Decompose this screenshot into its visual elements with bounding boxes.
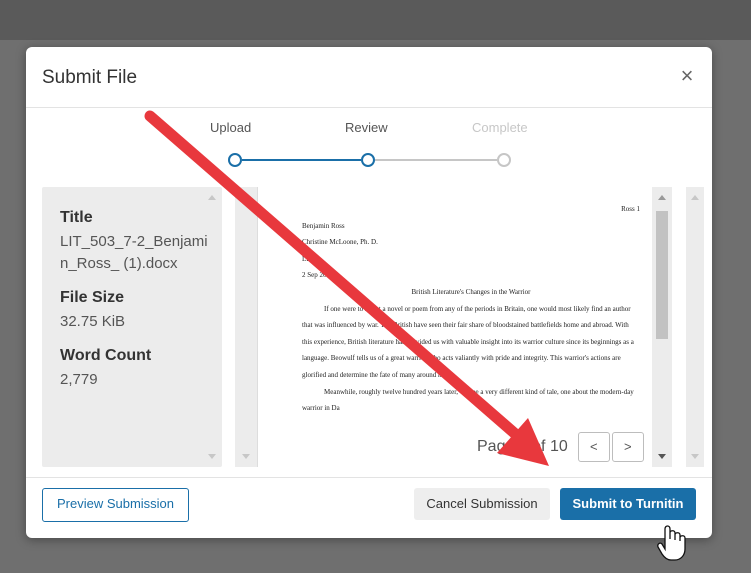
modal-title: Submit File [42,67,138,88]
scroll-down-icon[interactable] [691,454,699,459]
scroll-down-icon[interactable] [208,454,216,459]
scrollbar-thumb[interactable] [656,211,668,339]
doc-line: Benjamin Ross [302,221,345,230]
doc-heading: British Literature's Changes in the Warr… [411,287,531,296]
file-info-panel[interactable]: Title LIT_503_7-2_Benjamin_Ross_ (1).doc… [42,187,222,467]
doc-line: 2 Sep 2019 [302,271,334,280]
page-header: Ross 1 [621,205,640,213]
word-count-value: 2,779 [60,371,98,388]
next-page-button[interactable]: > [611,432,644,462]
step-dot-complete [497,153,511,167]
step-label-complete: Complete [472,120,528,135]
scroll-down-icon[interactable] [658,454,666,459]
doc-line: Christine McLoone, Ph. D. [302,238,378,247]
file-size-label: File Size [60,289,125,306]
doc-paragraph: If one were to select a novel or poem fr… [302,304,634,379]
progress-line-done [242,159,361,161]
header-divider [26,107,712,108]
document-gutter [235,187,257,467]
step-dot-review [361,153,375,167]
close-icon[interactable]: × [676,65,698,87]
title-value: LIT_503_7-2_Benjamin_Ross_ (1).docx [60,233,208,272]
doc-paragraph: Meanwhile, roughly twelve hundred years … [302,387,634,413]
modal-scrollbar[interactable] [686,187,704,467]
title-label: Title [60,209,93,226]
preview-submission-button[interactable]: Preview Submission [42,488,189,522]
document-scrollbar[interactable] [652,187,672,467]
document-page: Ross 1 Benjamin Ross Christine McLoone, … [302,201,640,417]
step-dot-upload [228,153,242,167]
previous-page-button[interactable]: < [577,432,610,462]
cancel-submission-button[interactable]: Cancel Submission [414,488,550,520]
page-navigator: Page 1 of 10 < > [477,432,644,462]
step-label-review: Review [345,120,388,135]
doc-line: LIT [302,254,313,263]
submit-file-modal: Submit File × Upload Review Complete Tit… [26,47,712,538]
scroll-up-icon[interactable] [691,195,699,200]
step-label-upload: Upload [210,120,252,135]
submit-to-turnitin-button[interactable]: Submit to Turnitin [560,488,696,520]
scroll-up-icon[interactable] [208,195,216,200]
footer-divider [26,477,712,478]
file-size-value: 32.75 KiB [60,313,126,330]
progress-line-pending [375,159,497,161]
word-count-label: Word Count [60,347,152,364]
background-top-bar [0,0,751,40]
gutter-arrow-down-icon [242,454,250,459]
document-preview[interactable]: Ross 1 Benjamin Ross Christine McLoone, … [257,187,674,467]
scroll-up-icon[interactable] [658,195,666,200]
page-indicator: Page 1 of 10 [477,438,568,455]
